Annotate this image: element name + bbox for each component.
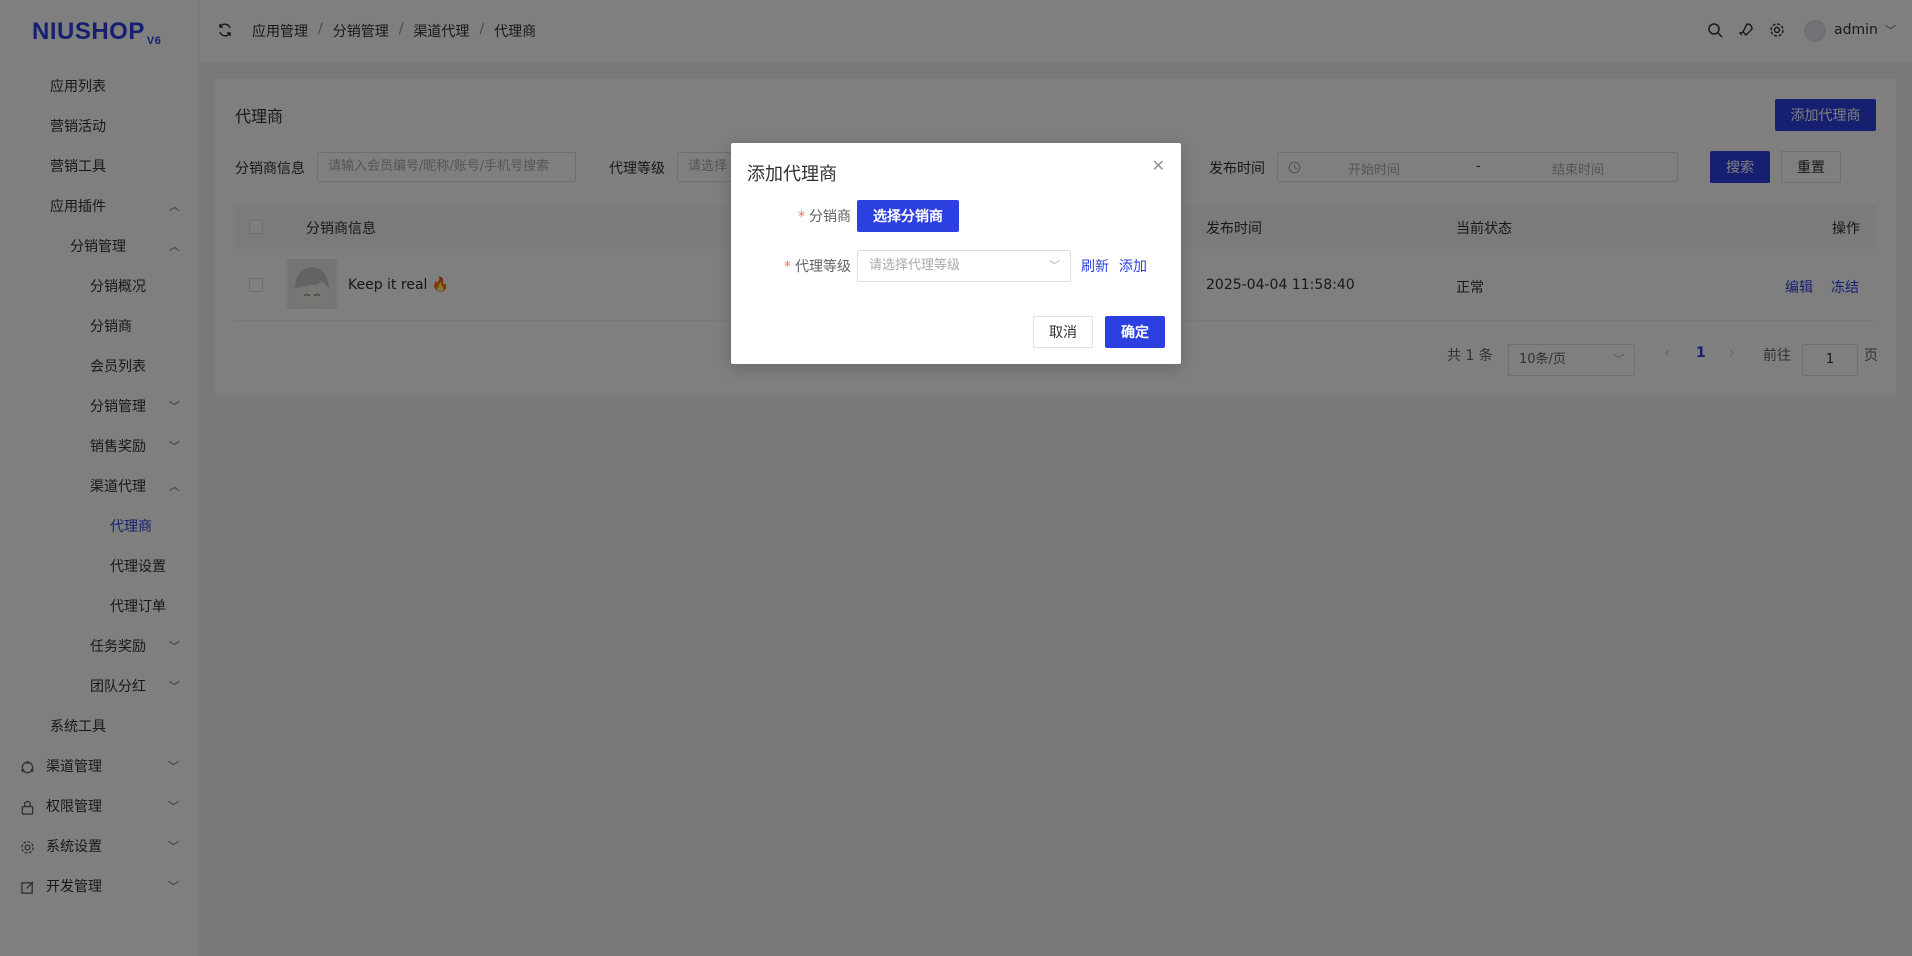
add-level-link[interactable]: 添加 [1119, 256, 1147, 276]
agent-level-field-label: * 代理等级 [784, 259, 851, 275]
dialog-title: 添加代理商 [747, 164, 837, 185]
distributor-field-label: * 分销商 [798, 209, 851, 225]
add-agent-dialog: 添加代理商 ✕ * 分销商 选择分销商 * 代理等级 请选择代理等级 ﹀ 刷新 添加 … [731, 143, 1181, 364]
select-distributor-button[interactable]: 选择分销商 [857, 200, 959, 232]
confirm-button[interactable]: 确定 [1105, 316, 1165, 348]
refresh-link[interactable]: 刷新 [1081, 256, 1109, 276]
close-icon[interactable]: ✕ [1152, 156, 1165, 175]
agent-level-dialog-select[interactable]: 请选择代理等级 ﹀ [857, 250, 1071, 282]
chevron-down-icon: ﹀ [1049, 259, 1060, 272]
cancel-button[interactable]: 取消 [1033, 316, 1093, 348]
